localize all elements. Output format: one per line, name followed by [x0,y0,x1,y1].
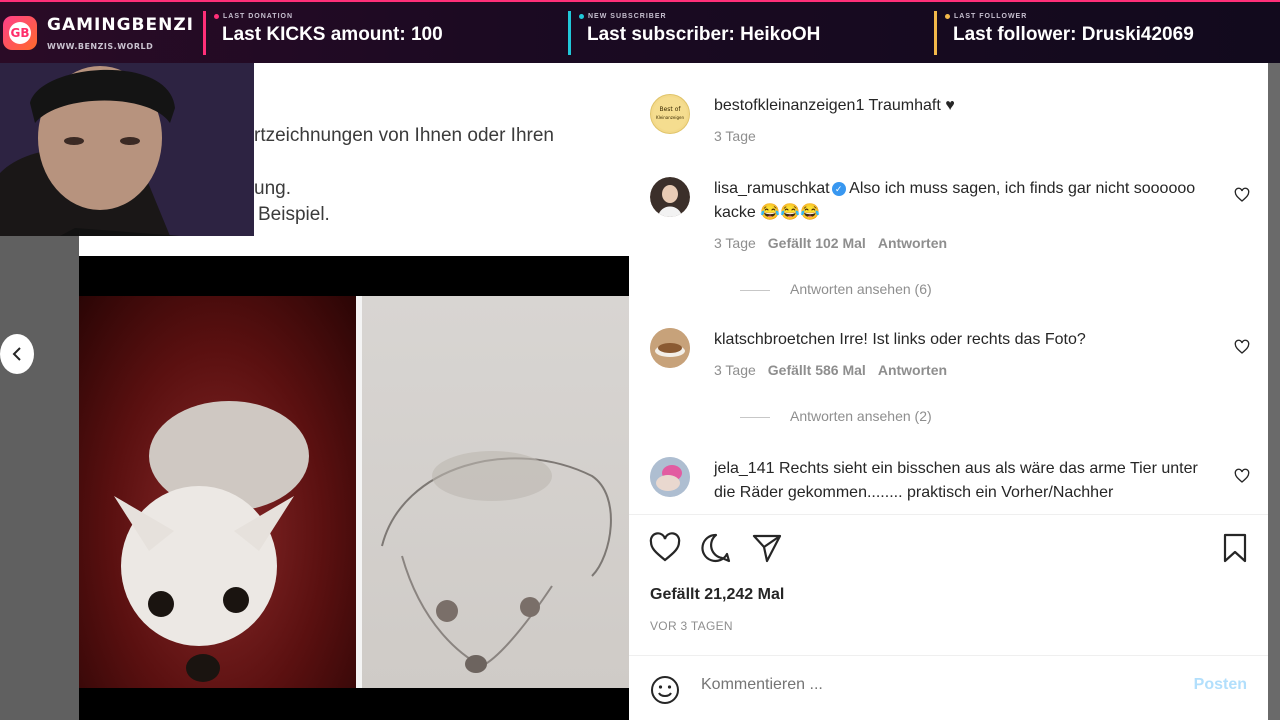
brand-name: GAMINGBENZI [47,15,194,35]
instagram-panel: Best of Kleinanzeigen bestofkleinanzeige… [629,63,1268,720]
comment-body: bestofkleinanzeigen1 Traumhaft ♥ [714,94,1214,118]
heart-icon[interactable] [649,532,681,564]
alert-tag: NEW SUBSCRIBER [579,13,667,20]
view-replies[interactable]: Antworten ansehen (6) [740,281,932,297]
heart-icon[interactable] [1234,187,1250,203]
comment-text: Traumhaft ♥ [868,97,955,114]
avatar[interactable]: Best of Kleinanzeigen [650,94,690,134]
brand-badge: GB [9,22,31,44]
dog-photo [79,296,356,688]
alert-text: Last follower: Druski42069 [953,24,1194,45]
comment-meta: 3 Tage Gefällt 586 Mal Antworten [714,362,947,378]
comment-meta: 3 Tage [714,128,756,144]
comments-list[interactable]: Best of Kleinanzeigen bestofkleinanzeige… [629,63,1268,515]
comment-body: lisa_ramuschkat ✓ Also ich muss sagen, ic… [714,177,1214,225]
comment-username[interactable]: jela_141 [714,460,775,477]
right-backdrop [1268,63,1280,720]
svg-text:Kleinanzeigen: Kleinanzeigen [656,115,685,120]
avatar[interactable] [650,328,690,368]
reply-button[interactable]: Antworten [878,362,947,378]
view-replies-label: Antworten ansehen (6) [790,281,932,297]
article-text-line: rtzeichnungen von Ihnen oder Ihren [254,125,554,146]
verified-icon: ✓ [831,182,846,196]
comment-input[interactable] [701,676,1161,694]
alert-donation: LAST DONATION Last KICKS amount: 100 [203,11,563,55]
comment-time: 3 Tage [714,128,756,144]
dog-drawing [362,296,629,688]
comment-username[interactable]: bestofkleinanzeigen1 [714,97,864,114]
alert-follower: LAST FOLLOWER Last follower: Druski42069 [934,11,1274,55]
view-replies[interactable]: Antworten ansehen (2) [740,408,932,424]
comment-meta: 3 Tage Gefällt 102 Mal Antworten [714,235,947,251]
comment-likes[interactable]: Gefällt 102 Mal [768,235,866,251]
alert-tag: LAST FOLLOWER [945,13,1027,20]
comment-likes[interactable]: Gefällt 586 Mal [768,362,866,378]
comment-time: 3 Tage [714,235,756,251]
alert-tag-text: LAST DONATION [223,13,294,20]
article-text-line: Beispiel. [258,204,330,225]
heart-icon[interactable] [1234,468,1250,484]
comment-username[interactable]: klatschbroetchen [714,331,835,348]
previous-post-button[interactable] [0,334,34,374]
svg-text:Best of: Best of [660,106,682,113]
chevron-left-icon [12,347,21,361]
brand-logo: GB [3,16,37,50]
brand: GB GAMINGBENZI WWW.BENZIS.WORLD [0,2,200,63]
emoji-icon[interactable] [650,675,680,705]
alert-tag: LAST DONATION [214,13,293,20]
brand-url: WWW.BENZIS.WORLD [47,42,154,51]
comment-username[interactable]: lisa_ramuschkat [714,180,830,197]
alert-tag-text: NEW SUBSCRIBER [588,13,667,20]
likes-count[interactable]: Gefällt 21,242 Mal [650,586,784,604]
stream-overlay-bar: GB GAMINGBENZI WWW.BENZIS.WORLD LAST DON… [0,0,1280,63]
article-text-line: ung. [254,178,291,199]
post-actions: Gefällt 21,242 Mal VOR 3 TAGEN [629,515,1268,655]
webcam-feed [0,63,254,236]
comment-time: 3 Tage [714,362,756,378]
alert-text: Last KICKS amount: 100 [222,24,443,45]
avatar[interactable] [650,457,690,497]
alert-tag-text: LAST FOLLOWER [954,13,1028,20]
comment-compose: Posten [629,655,1268,720]
share-icon[interactable] [751,532,783,564]
comment-icon[interactable] [700,532,732,564]
alert-subscriber: NEW SUBSCRIBER Last subscriber: HeikoOH [568,11,928,55]
comment-text: Irre! Ist links oder rechts das Foto? [839,331,1086,348]
post-button[interactable]: Posten [1194,676,1247,694]
post-image [79,256,629,720]
comment-body: klatschbroetchen Irre! Ist links oder re… [714,328,1214,352]
comment-body: jela_141 Rechts sieht ein bisschen aus a… [714,457,1214,505]
bookmark-icon[interactable] [1219,532,1251,564]
alert-text: Last subscriber: HeikoOH [587,24,821,45]
avatar[interactable] [650,177,690,217]
best-of-kleinanzeigen-logo: Best of Kleinanzeigen [653,97,687,131]
comment-text: Rechts sieht ein bisschen aus als wäre d… [714,460,1198,501]
reply-button[interactable]: Antworten [878,235,947,251]
view-replies-label: Antworten ansehen (2) [790,408,932,424]
post-timestamp: VOR 3 TAGEN [650,619,733,633]
heart-icon[interactable] [1234,339,1250,355]
